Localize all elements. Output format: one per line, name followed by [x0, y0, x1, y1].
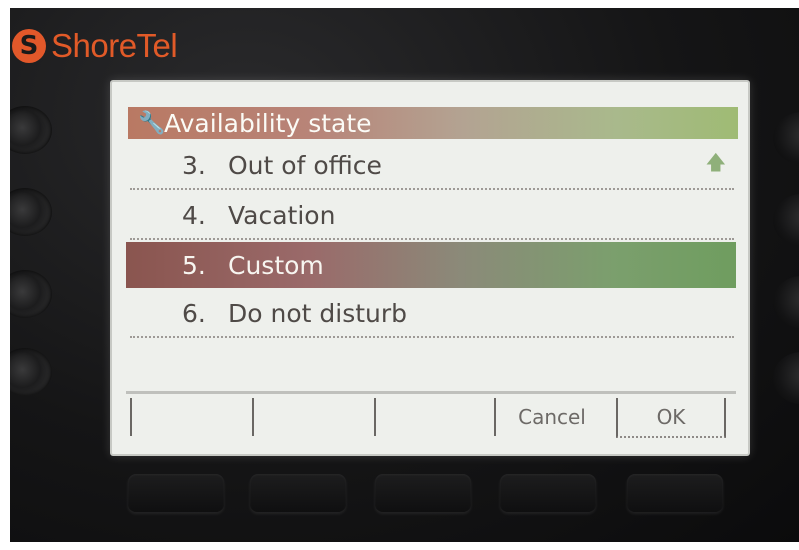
item-label: Do not disturb — [228, 298, 408, 328]
item-number: 5. — [182, 250, 206, 280]
softkey-bar: Cancel OK — [126, 391, 736, 440]
soft-button-1[interactable] — [128, 474, 224, 512]
softkey-3[interactable] — [374, 398, 488, 436]
item-number: 6. — [182, 298, 206, 328]
softkey-1[interactable] — [130, 398, 244, 436]
soft-button-5[interactable] — [627, 474, 723, 512]
soft-button-2[interactable] — [250, 474, 346, 512]
right-line-key-1[interactable] — [773, 112, 799, 164]
phone-body: S ShoreTel 🔧 Availability state 3. Out o… — [10, 8, 799, 542]
cancel-softkey[interactable]: Cancel — [494, 398, 608, 436]
soft-button-4[interactable] — [500, 474, 596, 512]
screen-title: Availability state — [164, 108, 372, 138]
up-arrow-icon: 🡅 — [705, 150, 726, 174]
shoretel-logo-icon: S — [12, 29, 46, 63]
ok-softkey[interactable]: OK — [616, 398, 726, 438]
menu-item-vacation[interactable]: 4. Vacation — [130, 192, 734, 240]
menu-item-do-not-disturb[interactable]: 6. Do not disturb — [130, 290, 734, 338]
softkey-2[interactable] — [252, 398, 366, 436]
soft-button-3[interactable] — [375, 474, 471, 512]
brand-logo: S ShoreTel — [12, 24, 178, 68]
menu-item-out-of-office[interactable]: 3. Out of office 🡅 — [130, 142, 734, 190]
lcd-screen: 🔧 Availability state 3. Out of office 🡅 … — [110, 80, 750, 456]
right-line-key-2[interactable] — [773, 194, 799, 246]
line-key-4[interactable] — [10, 348, 52, 396]
item-label: Custom — [228, 250, 324, 280]
item-number: 3. — [182, 150, 206, 180]
screen-title-bar: 🔧 Availability state — [128, 107, 738, 139]
brand-name: ShoreTel — [51, 27, 178, 64]
right-line-key-4[interactable] — [773, 352, 799, 404]
item-label: Vacation — [228, 200, 336, 230]
wrench-icon: 🔧 — [138, 110, 166, 136]
item-label: Out of office — [228, 150, 382, 180]
item-number: 4. — [182, 200, 206, 230]
right-line-key-3[interactable] — [773, 276, 799, 328]
line-key-3[interactable] — [10, 270, 52, 318]
line-key-2[interactable] — [10, 188, 52, 236]
menu-item-custom[interactable]: 5. Custom — [126, 242, 736, 288]
line-key-1[interactable] — [10, 106, 52, 154]
